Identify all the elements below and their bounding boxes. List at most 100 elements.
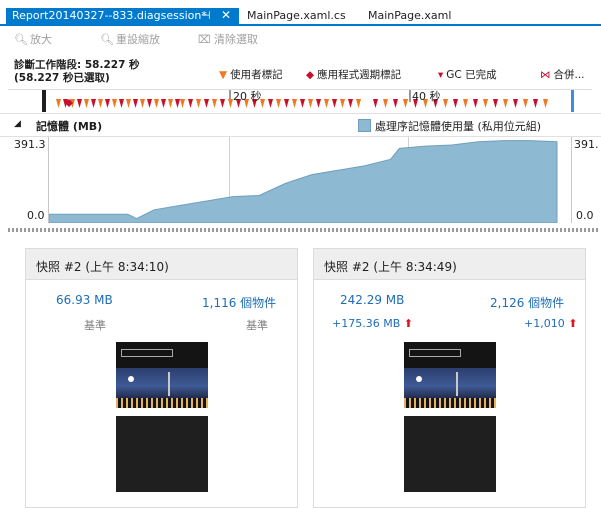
memory-series-label: 處理序記憶體使用量 (私用位元組) bbox=[375, 120, 542, 133]
memory-usage-chart[interactable] bbox=[48, 137, 572, 223]
gc-marker-icon: ▾ bbox=[438, 69, 444, 81]
snapshot-body: 66.93 MB 1,116 個物件 基準 基準 bbox=[26, 280, 297, 507]
snapshot-panel-1[interactable]: 快照 #2 (上午 8:34:10) 66.93 MB 1,116 個物件 基準… bbox=[25, 248, 298, 508]
timeline-event-marker bbox=[503, 99, 508, 108]
timeline-event-marker bbox=[77, 99, 82, 108]
snapshot-screenshot-thumbnail[interactable] bbox=[404, 342, 496, 492]
timeline-event-marker bbox=[84, 99, 89, 108]
reset-zoom-button[interactable]: 🔍︎ 重設縮放 bbox=[100, 31, 160, 47]
session-duration: 診斷工作階段: 58.227 秒 (58.227 秒已選取) bbox=[14, 59, 140, 84]
timeline-event-marker bbox=[383, 99, 388, 108]
splitter[interactable] bbox=[8, 228, 598, 232]
timeline-event-marker bbox=[453, 99, 458, 108]
timeline-event-marker bbox=[332, 99, 337, 108]
legend-merge: ⋈ 合併... bbox=[540, 69, 585, 81]
magnifier-icon: 🔍︎ bbox=[14, 33, 28, 46]
increase-arrow-icon: ⬆ bbox=[403, 317, 413, 330]
timeline-event-marker bbox=[292, 99, 297, 108]
timeline-event-marker bbox=[284, 99, 289, 108]
pin-icon[interactable]: ⊣ bbox=[201, 9, 211, 22]
timeline-event-marker bbox=[105, 99, 110, 108]
timeline-event-marker bbox=[463, 99, 468, 108]
timeline-event-marker bbox=[324, 99, 329, 108]
y-max-label-right: 391. bbox=[574, 138, 599, 151]
timeline-event-marker bbox=[513, 99, 518, 108]
timeline-event-marker bbox=[212, 99, 217, 108]
timeline-event-marker bbox=[180, 99, 185, 108]
timeline-event-marker bbox=[483, 99, 488, 108]
timeline-event-marker bbox=[393, 99, 398, 108]
timeline-event-marker bbox=[340, 99, 345, 108]
timeline-event-marker bbox=[443, 99, 448, 108]
clear-selection-icon: ⌧ bbox=[198, 33, 211, 46]
timeline-event-marker bbox=[356, 99, 361, 108]
snapshot-size-link[interactable]: 242.29 MB bbox=[340, 293, 404, 307]
memory-area-series bbox=[49, 140, 558, 223]
timeline-event-marker bbox=[493, 99, 498, 108]
memory-title: 記憶體 (MB) bbox=[36, 120, 103, 133]
timeline-event-marker bbox=[348, 99, 353, 108]
timeline-event-marker bbox=[300, 99, 305, 108]
tab-report-diagsession[interactable]: Report20140327--833.diagsession* ⊣ ✕ bbox=[6, 8, 239, 24]
ruler-label-20s: 20 秒 bbox=[233, 90, 262, 103]
timeline-event-marker bbox=[403, 99, 408, 108]
timeline-markers bbox=[42, 90, 574, 112]
snapshot-objects-link[interactable]: 2,126 個物件 bbox=[490, 294, 564, 311]
timeline-event-marker bbox=[98, 99, 103, 108]
timeline-event-marker bbox=[308, 99, 313, 108]
collapse-triangle-icon[interactable]: ◢ bbox=[14, 119, 21, 129]
y-max-label: 391.3 bbox=[14, 138, 46, 151]
snapshot-screenshot-thumbnail[interactable] bbox=[116, 342, 208, 492]
legend-lifecycle-mark: ◆ 應用程式週期標記 bbox=[306, 69, 402, 81]
merge-marker-icon: ⋈ bbox=[540, 69, 551, 81]
increase-arrow-icon: ⬆ bbox=[568, 317, 578, 330]
close-icon[interactable]: ✕ bbox=[221, 8, 231, 22]
timeline-event-marker bbox=[175, 99, 180, 108]
legend-user-mark: ▼ 使用者標記 bbox=[219, 69, 283, 81]
memory-section-header: ◢ 記憶體 (MB) 處理序記憶體使用量 (私用位元組) bbox=[0, 113, 601, 137]
timeline-event-marker bbox=[220, 99, 225, 108]
city-skyline-image bbox=[404, 368, 496, 408]
city-skyline-image bbox=[116, 368, 208, 408]
timeline-event-marker bbox=[196, 99, 201, 108]
timeline-event-marker bbox=[188, 99, 193, 108]
timeline-event-marker bbox=[533, 99, 538, 108]
tab-label: Report20140327--833.diagsession* bbox=[12, 9, 207, 22]
objects-baseline-label: 基準 bbox=[246, 319, 268, 332]
red-diamond-icon: ◆ bbox=[306, 69, 315, 81]
legend-swatch bbox=[358, 119, 371, 132]
timeline-event-marker bbox=[119, 99, 124, 108]
timeline-event-marker bbox=[147, 99, 152, 108]
memory-area-svg bbox=[49, 140, 558, 223]
snapshot-objects-link[interactable]: 1,116 個物件 bbox=[202, 294, 276, 311]
timeline-event-marker bbox=[204, 99, 209, 108]
timeline-event-marker bbox=[268, 99, 273, 108]
timeline-event-marker bbox=[473, 99, 478, 108]
timeline-event-marker bbox=[140, 99, 145, 108]
timeline-event-marker bbox=[133, 99, 138, 108]
snapshot-size-link[interactable]: 66.93 MB bbox=[56, 293, 113, 307]
size-baseline-label: 基準 bbox=[84, 319, 106, 332]
objects-diff-link[interactable]: +1,010 ⬆ bbox=[524, 317, 577, 330]
timeline-event-marker bbox=[91, 99, 96, 108]
timeline-event-marker bbox=[154, 99, 159, 108]
clear-selection-button[interactable]: ⌧ 清除選取 bbox=[198, 31, 258, 47]
snapshot-header: 快照 #2 (上午 8:34:10) bbox=[26, 249, 297, 280]
ruler-label-40s: 40 秒 bbox=[412, 90, 441, 103]
orange-triangle-icon: ▼ bbox=[219, 69, 228, 81]
size-diff-link[interactable]: +175.36 MB ⬆ bbox=[332, 317, 413, 330]
timeline-ruler[interactable] bbox=[8, 89, 592, 112]
snapshot-panel-2[interactable]: 快照 #2 (上午 8:34:49) 242.29 MB 2,126 個物件 +… bbox=[313, 248, 586, 508]
timeline-event-marker bbox=[56, 99, 61, 108]
timeline-event-marker bbox=[543, 99, 548, 108]
snapshot-header: 快照 #2 (上午 8:34:49) bbox=[314, 249, 585, 280]
timeline-event-marker bbox=[168, 99, 173, 108]
timeline-event-marker bbox=[373, 99, 378, 108]
timeline-event-marker bbox=[112, 99, 117, 108]
tab-mainpage-xaml-cs[interactable]: MainPage.xaml.cs bbox=[247, 9, 346, 22]
legend-gc: ▾ GC 已完成 bbox=[438, 69, 497, 81]
timeline-event-marker bbox=[523, 99, 528, 108]
tab-mainpage-xaml[interactable]: MainPage.xaml bbox=[368, 9, 451, 22]
zoom-in-button[interactable]: 🔍︎ 放大 bbox=[14, 31, 52, 47]
y-min-label-right: 0.0 bbox=[576, 209, 594, 222]
